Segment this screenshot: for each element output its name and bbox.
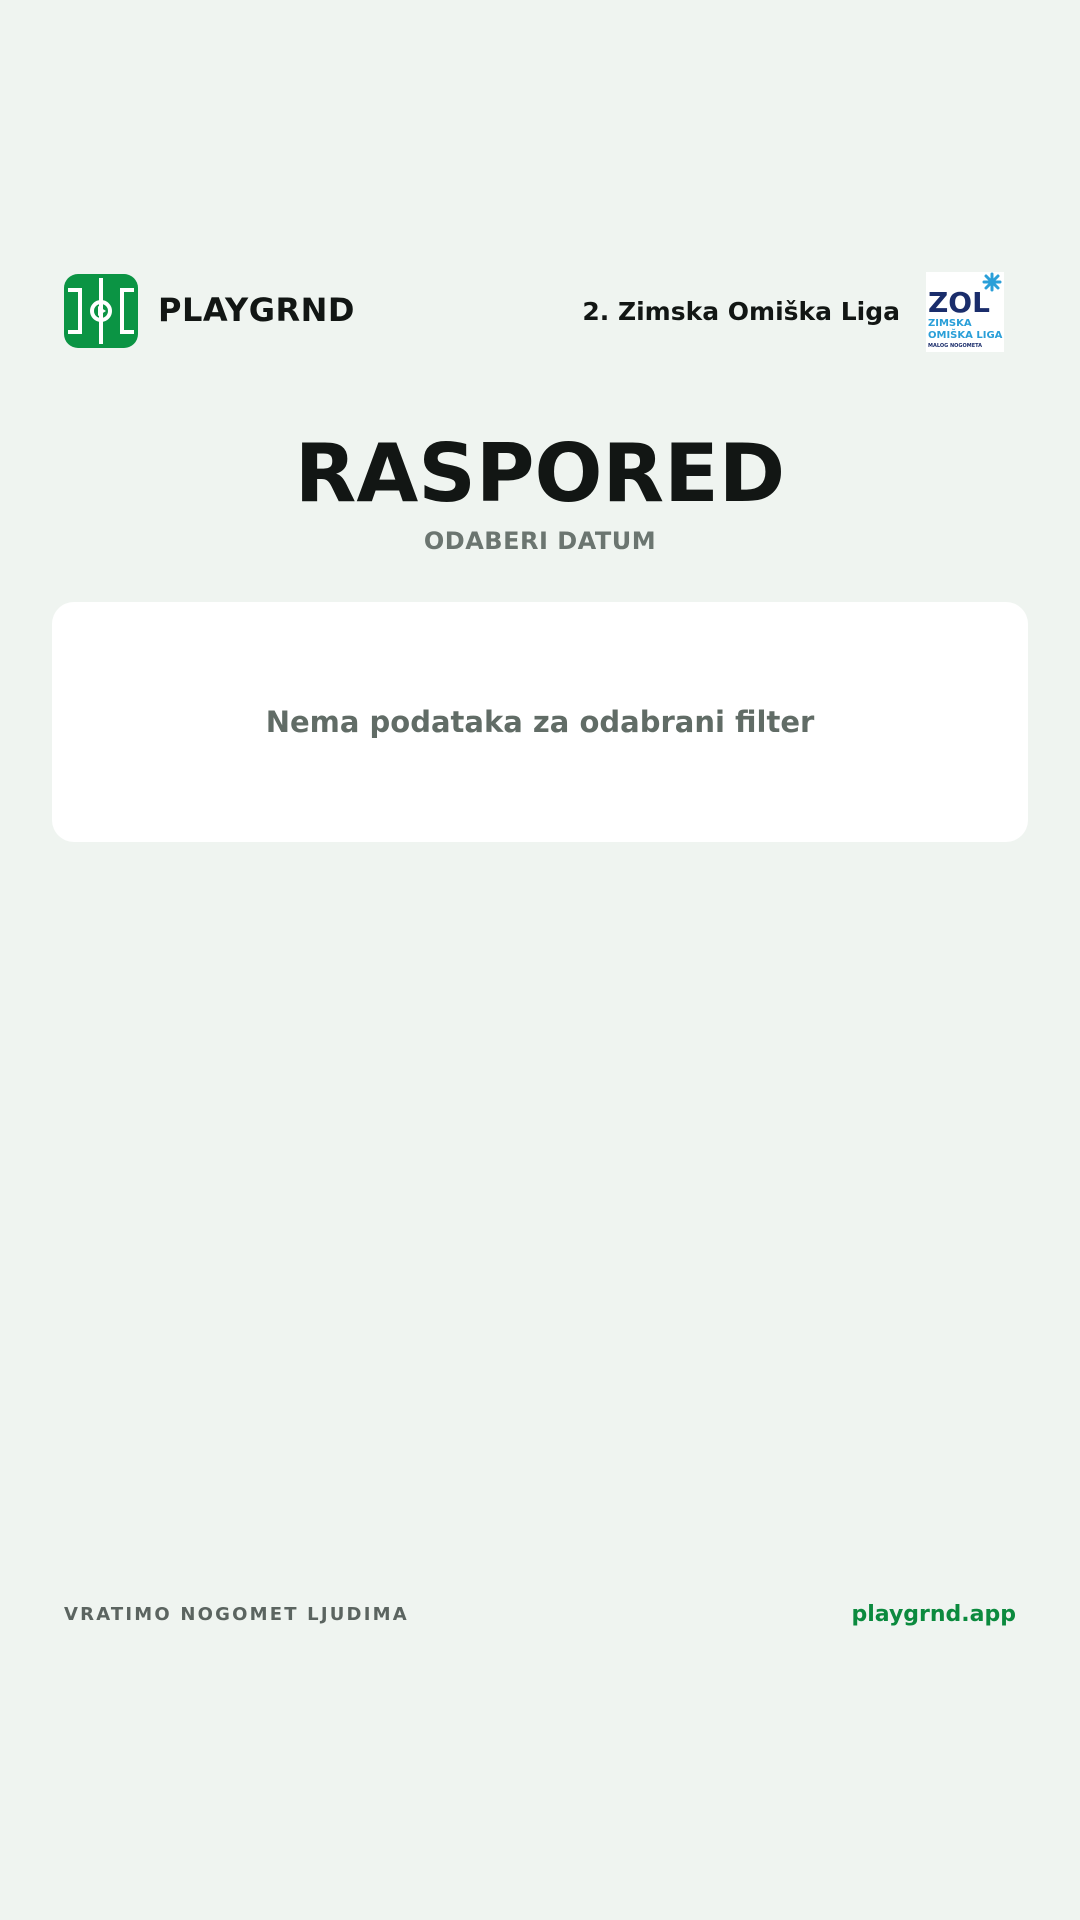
league-logo-mark: ZOL bbox=[928, 286, 990, 319]
schedule-card: Nema podataka za odabrani filter bbox=[52, 602, 1028, 842]
league-logo-line2: OMIŠKA LIGA bbox=[928, 328, 1003, 341]
footer-tagline: VRATIMO NOGOMET LJUDIMA bbox=[64, 1604, 409, 1625]
footer-website-link[interactable]: playgrnd.app bbox=[851, 1600, 1016, 1630]
league-logo-line1: ZIMSKA bbox=[928, 318, 972, 329]
football-pitch-icon bbox=[68, 278, 134, 344]
page-title: RASPORED bbox=[294, 427, 786, 520]
zol-logo-icon: ZOL ZIMSKA OMIŠKA LIGA MALOG NOGOMETA bbox=[928, 272, 1003, 349]
league-name[interactable]: 2. Zimska Omiška Liga bbox=[582, 294, 900, 330]
brand-name: PLAYGRND bbox=[158, 291, 355, 329]
playgrnd-logo-icon[interactable] bbox=[64, 274, 138, 348]
league-logo: ZOL ZIMSKA OMIŠKA LIGA MALOG NOGOMETA bbox=[926, 272, 1004, 352]
empty-state-message: Nema podataka za odabrani filter bbox=[265, 705, 815, 739]
date-picker-label[interactable]: ODABERI DATUM bbox=[0, 524, 1080, 558]
league-logo-line3: MALOG NOGOMETA bbox=[928, 343, 982, 349]
